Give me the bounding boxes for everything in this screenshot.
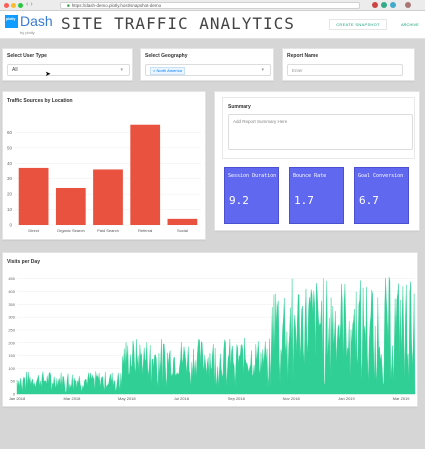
y-tick-label: 150	[8, 353, 15, 358]
summary-label: Summary	[228, 104, 251, 110]
logo-subtitle: by plotly	[20, 30, 35, 35]
metric-card-goal-conversion: Goal Conversion 6.7	[354, 167, 409, 224]
metric-value: 1.7	[294, 194, 314, 207]
extension-icon[interactable]	[390, 2, 396, 8]
y-tick-label: 30	[7, 176, 13, 181]
summary-section: Summary Add Report Summary Here	[222, 97, 415, 159]
bar-direct	[18, 167, 49, 225]
create-snapshot-button[interactable]: CREATE SNAPSHOT	[329, 19, 387, 30]
user-type-value: All	[12, 67, 18, 73]
metric-card-bounce-rate: Bounce Rate 1.7	[289, 167, 344, 224]
address-bar[interactable]: ■ https://dash-demo.plotly.host/snapshot-…	[60, 2, 360, 9]
chevron-down-icon[interactable]: ▾	[120, 65, 123, 76]
metric-card-session-duration: Session Duration 9.2	[224, 167, 279, 224]
summary-textarea[interactable]: Add Report Summary Here	[228, 114, 413, 150]
minimize-window-button[interactable]	[11, 3, 16, 8]
geography-filter-card: Select Geography × North America ▾	[140, 48, 274, 81]
extension-icon[interactable]	[372, 2, 378, 8]
y-tick-label: 0	[9, 223, 12, 228]
y-tick-label: 300	[8, 315, 15, 320]
chevron-down-icon[interactable]: ▾	[261, 65, 264, 76]
extension-icon[interactable]	[381, 2, 387, 8]
x-tick-label: Jul 2018	[174, 396, 190, 401]
mouse-cursor-icon: ➤	[45, 71, 51, 78]
url-text: https://dash-demo.plotly.host/snapshot-d…	[71, 3, 162, 8]
x-tick-label: Direct	[28, 228, 39, 233]
metric-label: Bounce Rate	[293, 173, 327, 179]
lock-icon: ■	[67, 3, 70, 8]
archive-link[interactable]: ARCHIVE	[401, 22, 419, 27]
metric-value: 6.7	[359, 194, 379, 207]
x-tick-label: Paid Search	[97, 228, 119, 233]
geography-chip[interactable]: × North America	[150, 67, 185, 75]
y-tick-label: 50	[7, 145, 13, 150]
report-name-card: Report Name Enter	[282, 48, 415, 81]
y-tick-label: 250	[8, 327, 15, 332]
window-controls	[4, 3, 23, 8]
y-tick-label: 450	[8, 276, 15, 281]
bar-social	[167, 218, 198, 225]
traffic-sources-bar-chart: 0 10 20 30 40 50 60 Direct Organic Search Paid Se…	[7, 124, 201, 233]
series-visits-area	[16, 276, 416, 395]
forward-arrow-icon[interactable]: ›	[30, 1, 34, 8]
x-tick-label: Organic Search	[57, 228, 85, 233]
x-tick-label: Referral	[138, 228, 152, 233]
close-window-button[interactable]	[4, 3, 9, 8]
y-tick-label: 60	[7, 130, 13, 135]
x-tick-label: Jan 2019	[338, 396, 355, 401]
report-name-label: Report Name	[287, 53, 319, 59]
user-type-label: Select User Type	[7, 53, 47, 59]
profile-avatar[interactable]	[405, 2, 411, 8]
y-tick-label: 50	[11, 379, 16, 384]
user-type-dropdown[interactable]: All ▾	[7, 64, 130, 76]
user-type-filter-card: Select User Type All ▾ ➤	[2, 48, 133, 81]
y-tick-label: 40	[7, 161, 13, 166]
y-tick-label: 20	[7, 192, 13, 197]
y-tick-label: 100	[8, 366, 15, 371]
logo-text: Dash	[20, 13, 53, 29]
x-tick-label: May 2018	[118, 396, 136, 401]
y-tick-label: 350	[8, 302, 15, 307]
metric-label: Goal Conversion	[358, 173, 404, 179]
geography-dropdown[interactable]: × North America ▾	[145, 64, 271, 76]
y-tick-label: 400	[8, 289, 15, 294]
metric-label: Session Duration	[228, 173, 277, 179]
bar-organic-search	[55, 187, 86, 225]
browser-chrome: ‹› ■ https://dash-demo.plotly.host/snapsh…	[0, 0, 425, 11]
y-tick-label: 10	[7, 207, 13, 212]
visits-per-day-card: Visits per Day 0 50 100 150 200 250 300 350 400 4…	[2, 252, 418, 407]
x-tick-label: Mar 2019	[393, 396, 411, 401]
x-tick-label: Mar 2018	[63, 396, 81, 401]
traffic-sources-card: Traffic Sources by Location 0 10 20 30 40 50 6…	[2, 91, 206, 240]
x-tick-label: Social	[177, 228, 188, 233]
bar-referral	[130, 124, 161, 225]
x-tick-label: Jan 2018	[9, 396, 26, 401]
nav-arrows[interactable]: ‹›	[26, 1, 35, 8]
dash-logo-icon: plotly	[5, 15, 18, 28]
maximize-window-button[interactable]	[18, 3, 23, 8]
geography-chip-label: North America	[156, 68, 182, 73]
bar-paid-search	[93, 169, 123, 225]
page-title: SITE TRAFFIC ANALYTICS	[61, 14, 295, 33]
x-tick-label: Nov 2018	[283, 396, 301, 401]
x-tick-label: Sep 2018	[228, 396, 246, 401]
visits-per-day-area-chart: 050100150200250300350400450Jan 2018 Mar 2…	[8, 276, 416, 401]
app-header: plotly Dash by plotly SITE TRAFFIC ANALY…	[0, 11, 425, 39]
y-tick-label: 200	[8, 340, 15, 345]
metric-value: 9.2	[229, 194, 249, 207]
geography-label: Select Geography	[145, 53, 188, 59]
report-name-input[interactable]: Enter	[287, 64, 403, 76]
